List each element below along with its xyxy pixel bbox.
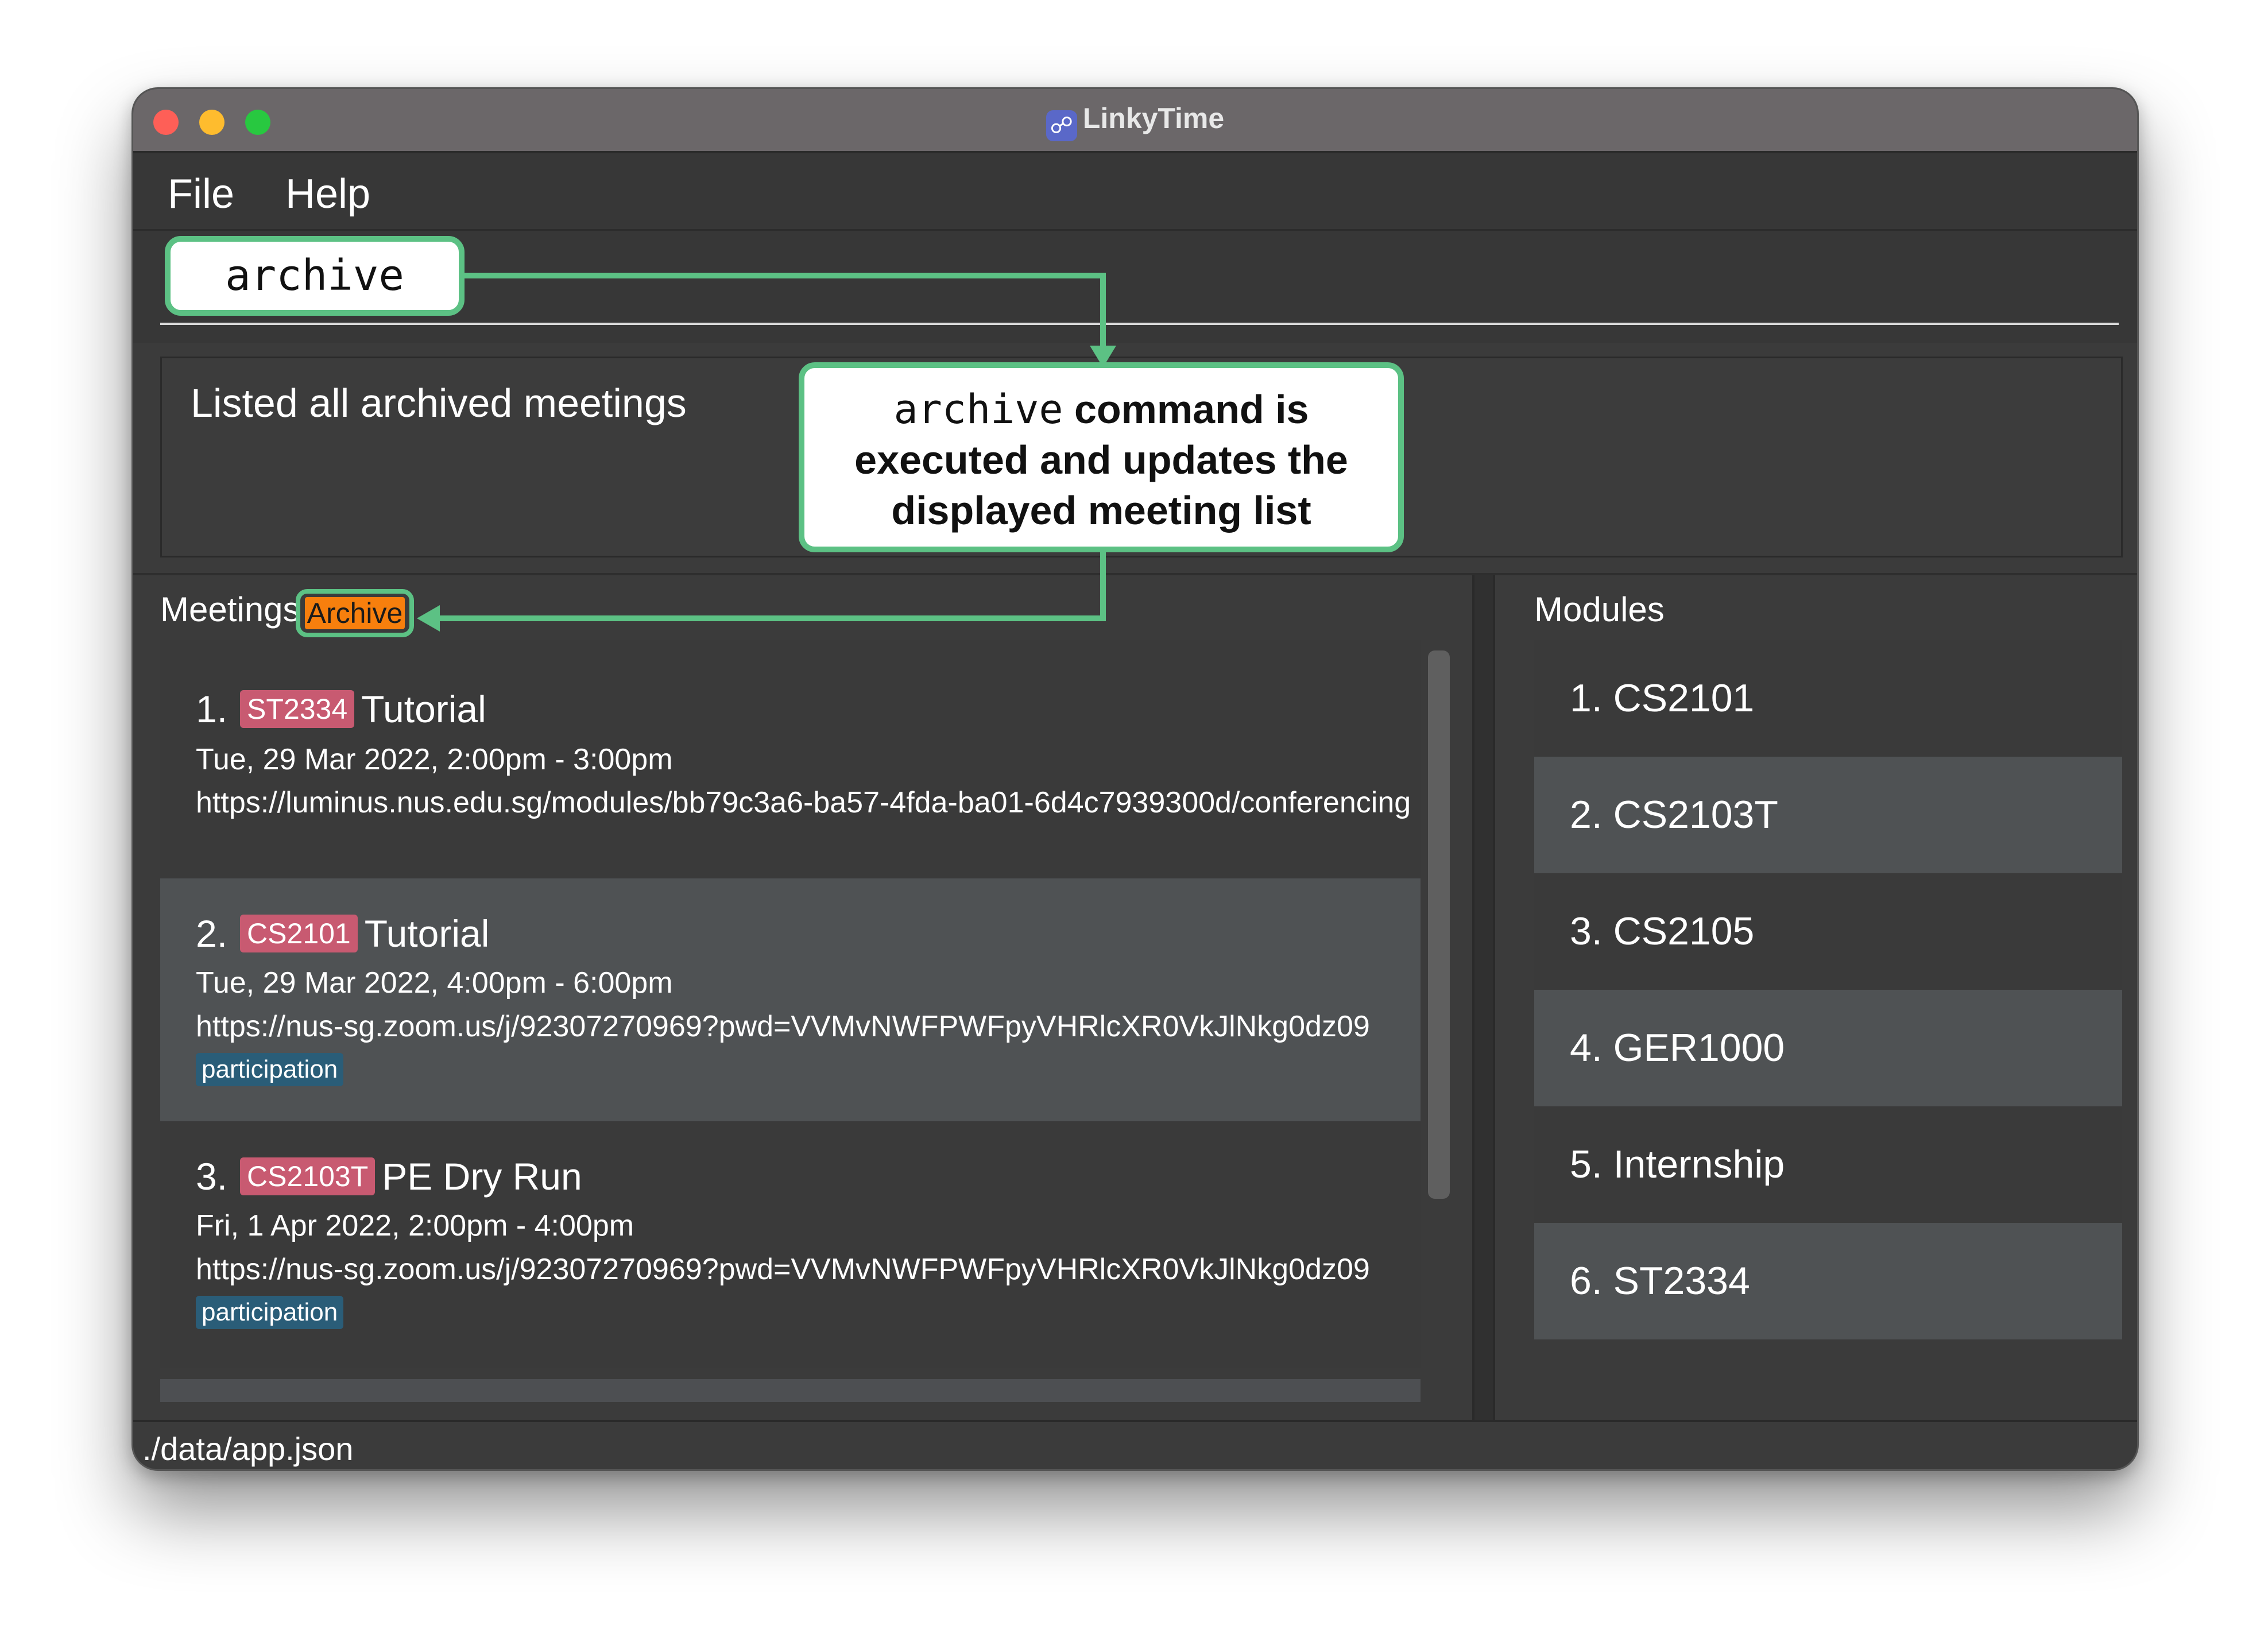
meeting-list-scrollbar[interactable] [1428, 650, 1450, 1199]
title-bar: ☍ LinkyTime [133, 89, 2137, 153]
participation-tag: participation [196, 1296, 344, 1329]
meetings-panel-title: Meetings [160, 590, 300, 629]
menu-file[interactable]: File [168, 171, 234, 218]
meeting-card-3[interactable]: 3. CS2103T PE Dry Run Fri, 1 Apr 2022, 2:0… [160, 1121, 1421, 1368]
module-item-2[interactable]: 2. CS2103T [1534, 757, 2122, 873]
link-icon: ☍ [1046, 110, 1077, 141]
archive-badge-callout: Archive [296, 589, 414, 637]
explanation-callout: archive command is executed and updates … [799, 362, 1404, 552]
module-item-4[interactable]: 4. GER1000 [1534, 990, 2122, 1106]
module-list[interactable]: 1. CS2101 2. CS2103T 3. CS2105 4. GER100… [1534, 640, 2122, 1339]
module-item-3[interactable]: 3. CS2105 [1534, 873, 2122, 990]
meeting-datetime: Tue, 29 Mar 2022, 2:00pm - 3:00pm [196, 743, 673, 776]
command-box-underline [160, 323, 2119, 325]
meeting-title: 1. ST2334 Tutorial [196, 688, 486, 730]
modules-panel-title: Modules [1534, 590, 1665, 629]
meeting-url[interactable]: https://nus-sg.zoom.us/j/92307270969?pwd… [196, 1009, 1370, 1044]
split-pane-divider[interactable] [1472, 575, 1495, 1469]
meeting-url[interactable]: https://luminus.nus.edu.sg/modules/bb79c… [196, 785, 1411, 820]
module-item-6[interactable]: 6. ST2334 [1534, 1223, 2122, 1339]
module-item-1[interactable]: 1. CS2101 [1534, 640, 2122, 757]
module-item-5[interactable]: 5. Internship [1534, 1106, 2122, 1223]
module-code-tag: ST2334 [240, 690, 355, 728]
window-title: ☍ LinkyTime [133, 102, 2137, 141]
menu-bar: File Help [133, 153, 2137, 231]
participation-tag: participation [196, 1053, 344, 1086]
meeting-card-1[interactable]: 1. ST2334 Tutorial Tue, 29 Mar 2022, 2:00p… [160, 640, 1421, 878]
module-code-tag: CS2101 [240, 915, 358, 952]
module-code-tag: CS2103T [240, 1157, 376, 1195]
menu-help[interactable]: Help [285, 171, 370, 218]
meeting-title: 2. CS2101 Tutorial [196, 912, 490, 955]
meeting-title: 3. CS2103T PE Dry Run [196, 1155, 582, 1198]
panel-divider [133, 573, 2137, 575]
meeting-card-2[interactable]: 2. CS2101 Tutorial Tue, 29 Mar 2022, 4:00p… [160, 878, 1421, 1121]
meeting-datetime: Tue, 29 Mar 2022, 4:00pm - 6:00pm [196, 966, 673, 1000]
meeting-datetime: Fri, 1 Apr 2022, 2:00pm - 4:00pm [196, 1209, 634, 1242]
status-bar: ./data/app.json [133, 1420, 2137, 1469]
command-input-callout[interactable]: archive [165, 236, 465, 316]
archive-badge: Archive [305, 597, 405, 629]
next-meeting-card-edge [160, 1379, 1421, 1402]
data-file-path: ./data/app.json [142, 1431, 354, 1467]
callout-command-word: archive [893, 386, 1063, 433]
meeting-url[interactable]: https://nus-sg.zoom.us/j/92307270969?pwd… [196, 1252, 1370, 1287]
meeting-list[interactable]: 1. ST2334 Tutorial Tue, 29 Mar 2022, 2:00p… [160, 640, 1421, 1387]
result-message: Listed all archived meetings [191, 381, 687, 425]
